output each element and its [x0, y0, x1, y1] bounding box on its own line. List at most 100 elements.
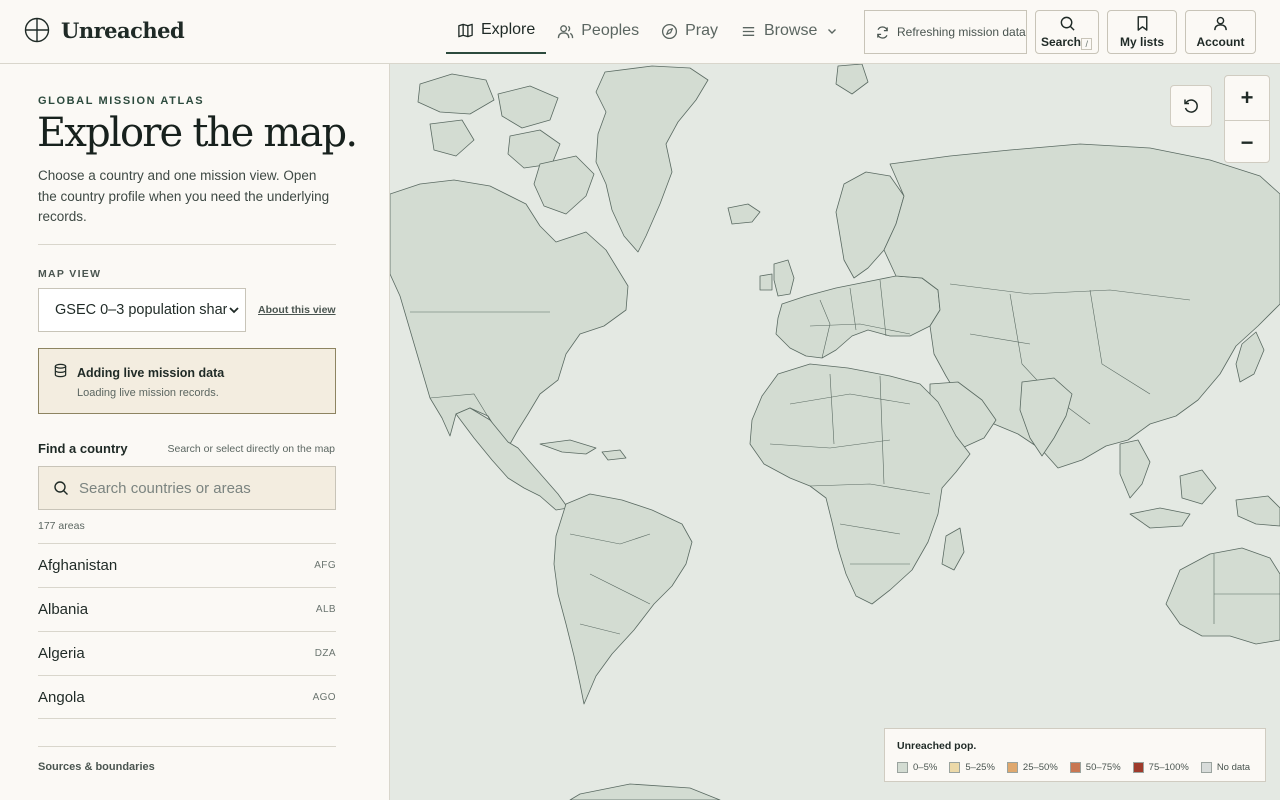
refresh-data-button[interactable]: Refreshing mission data	[864, 10, 1027, 54]
country-row-algeria[interactable]: Algeria DZA	[38, 631, 336, 675]
country-code: DZA	[314, 648, 336, 659]
legend-label: 0–5%	[913, 762, 938, 773]
sources-boundaries-link[interactable]: Sources & boundaries	[38, 761, 155, 773]
nav-pray-label: Pray	[685, 22, 718, 39]
legend-swatch	[1132, 762, 1144, 773]
legend-item: 0–5%	[897, 762, 937, 773]
zoom-out-button[interactable]: −	[1225, 120, 1269, 164]
legend-swatch	[949, 762, 961, 773]
map-land-baffin[interactable]	[533, 155, 595, 215]
world-map[interactable]: + − Unreached pop. 0–5% 5–25% 25–50% 50–…	[390, 64, 1280, 800]
nav-peoples-label: Peoples	[581, 22, 640, 39]
account-button[interactable]: Account	[1185, 10, 1256, 54]
search-shortcut: /	[1081, 38, 1092, 50]
country-search[interactable]	[38, 466, 336, 510]
map-legend: Unreached pop. 0–5% 5–25% 25–50% 50–75% …	[884, 728, 1266, 782]
map-land-australia[interactable]	[1165, 547, 1280, 645]
reset-icon	[1184, 99, 1198, 113]
map-view-value: GSEC 0–3 population share	[55, 302, 236, 318]
map-view-select[interactable]: GSEC 0–3 population share	[38, 288, 246, 332]
logo-text: Unreached	[61, 17, 185, 43]
loading-title: Adding live mission data	[77, 366, 225, 380]
refresh-icon	[877, 25, 888, 39]
legend-item: 5–25%	[949, 762, 995, 773]
account-label: Account	[1196, 35, 1245, 49]
compass-icon	[662, 23, 678, 39]
map-land-svalbard[interactable]	[835, 64, 869, 95]
search-button[interactable]: Search /	[1035, 10, 1099, 54]
people-icon	[558, 24, 574, 38]
reset-view-button[interactable]	[1170, 85, 1212, 127]
legend-swatch	[1200, 762, 1212, 773]
nav-browse[interactable]: Browse	[729, 8, 849, 54]
chevron-down-icon	[828, 29, 837, 34]
map-land-arctic-island[interactable]	[417, 73, 495, 115]
globe-logo-icon	[24, 17, 50, 43]
divider	[38, 746, 336, 747]
legend-swatch	[1006, 762, 1018, 773]
page-title: Explore the map.	[37, 110, 358, 156]
about-view-link[interactable]: About this view	[258, 304, 336, 316]
search-icon	[54, 481, 68, 495]
country-code: AFG	[314, 560, 336, 571]
country-search-input[interactable]	[79, 479, 319, 497]
nav-explore-label: Explore	[481, 21, 536, 38]
map-land-sea[interactable]	[1119, 439, 1151, 499]
legend-item: 50–75%	[1069, 762, 1121, 773]
map-land-ireland[interactable]	[759, 273, 773, 291]
map-land-antarctica[interactable]	[569, 783, 721, 800]
find-country-hint: Search or select directly on the map	[167, 443, 336, 455]
map-land-borneo[interactable]	[1179, 469, 1217, 505]
refresh-label: Refreshing mission data	[897, 25, 1026, 39]
map-icon	[458, 23, 473, 37]
country-code: ALB	[315, 604, 336, 615]
world-map-canvas[interactable]	[390, 64, 1280, 800]
country-list: Afghanistan AFG Albania ALB Algeria DZA …	[38, 543, 336, 719]
my-lists-button[interactable]: My lists	[1107, 10, 1177, 54]
map-land-europe[interactable]	[775, 275, 941, 359]
top-bar: Unreached Explore Peoples Pray Browse Re…	[0, 0, 1280, 64]
country-row-angola[interactable]: Angola AGO	[38, 675, 336, 719]
logo[interactable]: Unreached	[24, 17, 185, 43]
nav-browse-label: Browse	[763, 22, 818, 39]
map-land-greenland[interactable]	[595, 65, 709, 253]
divider	[38, 244, 336, 245]
map-land-madagascar[interactable]	[941, 527, 965, 571]
country-name: Albania	[38, 601, 89, 618]
legend-swatch	[1069, 762, 1081, 773]
area-count: 177 areas	[38, 520, 85, 532]
legend-title: Unreached pop.	[897, 740, 977, 752]
nav-explore[interactable]: Explore	[446, 8, 547, 54]
search-button-label: Search	[1040, 35, 1082, 49]
menu-icon	[742, 26, 755, 36]
search-icon	[1060, 16, 1075, 31]
map-land-indonesia[interactable]	[1129, 507, 1191, 529]
zoom-in-button[interactable]: +	[1225, 76, 1269, 120]
map-view-label: MAP VIEW	[38, 268, 102, 280]
legend-label: 50–75%	[1085, 762, 1121, 773]
database-icon	[54, 363, 67, 378]
map-land-arctic-island[interactable]	[429, 119, 475, 157]
legend-item: 75–100%	[1132, 762, 1189, 773]
main-nav: Explore Peoples Pray Browse	[446, 8, 849, 54]
select-caret	[227, 303, 241, 317]
legend-item: No data	[1200, 762, 1250, 773]
country-row-albania[interactable]: Albania ALB	[38, 587, 336, 631]
loading-subtitle: Loading live mission records.	[77, 387, 219, 399]
legend-swatch	[897, 762, 908, 773]
nav-pray[interactable]: Pray	[650, 8, 729, 54]
map-land-iceland[interactable]	[727, 203, 761, 225]
map-land-new-guinea[interactable]	[1235, 495, 1280, 527]
map-land-cuba[interactable]	[539, 439, 597, 455]
country-name: Algeria	[38, 645, 85, 662]
map-land-south-america[interactable]	[553, 493, 693, 705]
map-land-arctic-island[interactable]	[497, 85, 559, 129]
legend-label: 25–50%	[1022, 762, 1058, 773]
nav-peoples[interactable]: Peoples	[546, 8, 650, 54]
map-land-hispaniola[interactable]	[601, 449, 627, 461]
country-row-afghanistan[interactable]: Afghanistan AFG	[38, 543, 336, 587]
legend-items: 0–5% 5–25% 25–50% 50–75% 75–100% No data	[897, 762, 1250, 773]
legend-label: 75–100%	[1148, 762, 1189, 773]
map-land-uk[interactable]	[773, 259, 795, 297]
user-icon	[1214, 16, 1227, 31]
